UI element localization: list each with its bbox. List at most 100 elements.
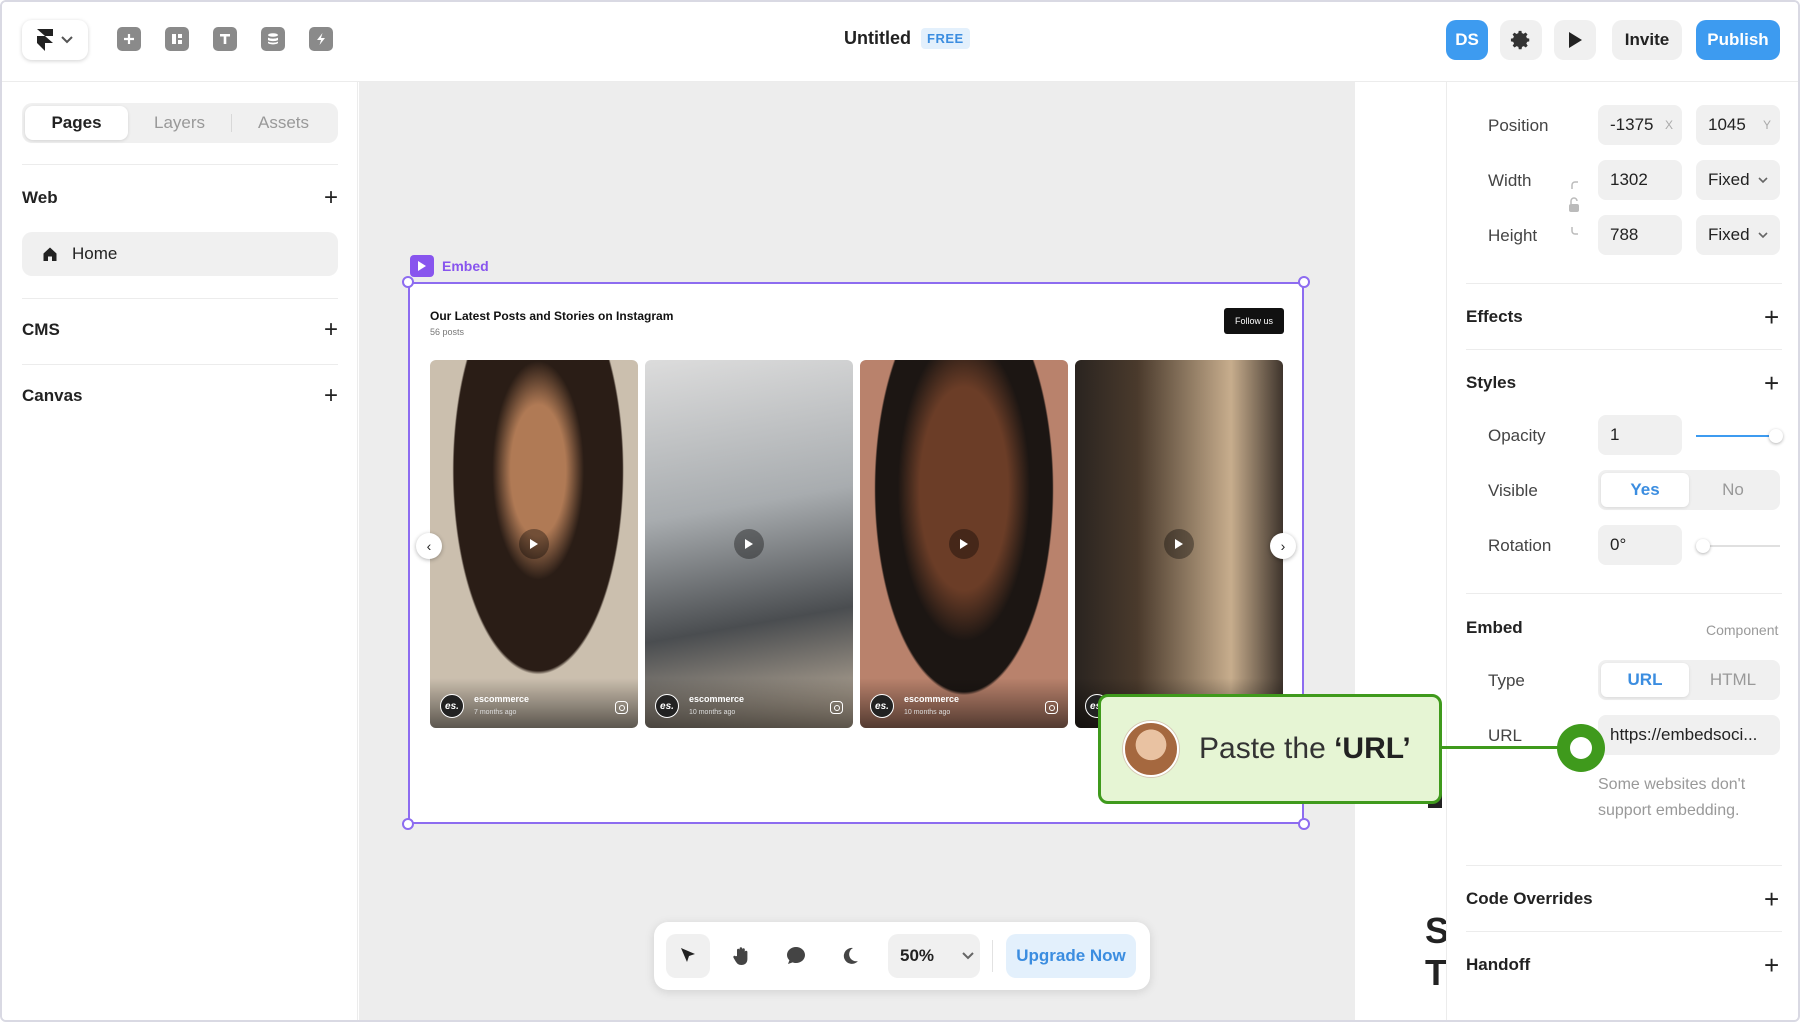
post-card[interactable]: es. escommerce 10 months ago	[645, 360, 853, 728]
offscreen-frame	[1356, 82, 1446, 1020]
hand-tool-button[interactable]	[720, 934, 764, 978]
preview-button[interactable]	[1554, 20, 1596, 60]
card-timestamp: 10 months ago	[904, 709, 951, 716]
settings-button[interactable]	[1500, 20, 1542, 60]
opacity-input[interactable]: 1	[1598, 415, 1682, 455]
layout-icon[interactable]	[165, 27, 189, 51]
visible-label: Visible	[1488, 481, 1538, 500]
chevron-down-icon	[1758, 232, 1768, 239]
height-mode-value: Fixed	[1708, 225, 1750, 244]
height-input[interactable]: 788	[1598, 215, 1682, 255]
zoom-select[interactable]: 50%	[888, 934, 980, 978]
opacity-slider-knob[interactable]	[1769, 429, 1783, 443]
tab-pages[interactable]: Pages	[25, 106, 128, 140]
embed-heading: Embed	[1466, 618, 1523, 637]
rotation-slider-knob[interactable]	[1696, 539, 1710, 553]
position-y-input[interactable]: 1045 Y	[1696, 105, 1780, 145]
document-title[interactable]: Untitled FREE	[844, 28, 970, 49]
post-card[interactable]: es. escommerce	[1075, 360, 1283, 728]
toolbar-divider	[992, 940, 993, 972]
url-input[interactable]: https://embedsoci...	[1598, 715, 1780, 755]
upgrade-button[interactable]: Upgrade Now	[1006, 934, 1136, 978]
section-web-label: Web	[22, 188, 58, 207]
y-axis-label: Y	[1762, 118, 1771, 132]
follow-button[interactable]: Follow us	[1224, 308, 1284, 334]
divider	[1466, 349, 1782, 350]
comment-tool-button[interactable]	[774, 934, 818, 978]
resize-handle[interactable]	[1298, 276, 1310, 288]
add-page-icon[interactable]: +	[324, 186, 338, 210]
rotation-slider[interactable]	[1696, 539, 1780, 553]
callout-emphasis: ‘URL’	[1334, 732, 1411, 765]
post-card[interactable]: es. escommerce 7 months ago	[430, 360, 638, 728]
design-system-button[interactable]: DS	[1446, 20, 1488, 60]
page-item-label: Home	[72, 244, 118, 263]
text-icon[interactable]	[213, 27, 237, 51]
app-menu-button[interactable]	[22, 20, 88, 60]
component-label: Component	[1706, 622, 1779, 638]
add-style-icon[interactable]: +	[1764, 370, 1779, 396]
visible-no-option[interactable]: No	[1689, 473, 1777, 507]
visible-yes-option[interactable]: Yes	[1601, 473, 1689, 507]
card-username: escommerce	[474, 694, 530, 704]
code-overrides-heading: Code Overrides	[1466, 889, 1593, 908]
play-icon	[519, 529, 549, 559]
add-handoff-icon[interactable]: +	[1764, 952, 1779, 978]
add-effect-icon[interactable]: +	[1764, 304, 1779, 330]
gear-icon	[1510, 30, 1530, 50]
width-mode-select[interactable]: Fixed	[1696, 160, 1780, 200]
tab-layers[interactable]: Layers	[128, 106, 231, 140]
embed-label: Embed	[442, 258, 489, 274]
guide-avatar	[1123, 721, 1179, 777]
instagram-icon	[615, 701, 628, 714]
embed-type-toggle: URL HTML	[1598, 660, 1780, 700]
height-label: Height	[1488, 226, 1538, 245]
width-input[interactable]: 1302	[1598, 160, 1682, 200]
width-label: Width	[1488, 171, 1532, 190]
post-card[interactable]: es. escommerce 10 months ago	[860, 360, 1068, 728]
effects-heading: Effects	[1466, 307, 1523, 326]
zoom-value: 50%	[900, 946, 935, 965]
callout-text: Paste the ‘URL’	[1199, 732, 1411, 766]
resize-handle[interactable]	[402, 818, 414, 830]
height-mode-select[interactable]: Fixed	[1696, 215, 1780, 255]
opacity-slider-fill	[1696, 435, 1776, 437]
avatar: es.	[870, 694, 894, 718]
select-tool-button[interactable]	[666, 934, 710, 978]
type-url-option[interactable]: URL	[1601, 663, 1689, 697]
embed-frame-label[interactable]: Embed	[410, 255, 489, 277]
opacity-slider[interactable]	[1696, 429, 1783, 443]
position-x-input[interactable]: -1375 X	[1598, 105, 1682, 145]
play-icon	[949, 529, 979, 559]
styles-heading: Styles	[1466, 373, 1517, 392]
position-x-value: -1375	[1610, 115, 1654, 134]
type-html-option[interactable]: HTML	[1689, 663, 1777, 697]
section-cms-label: CMS	[22, 320, 60, 339]
add-canvas-icon[interactable]: +	[324, 384, 338, 408]
publish-button[interactable]: Publish	[1696, 20, 1780, 60]
invite-button[interactable]: Invite	[1612, 20, 1682, 60]
carousel-next-icon[interactable]: ›	[1270, 533, 1296, 559]
add-override-icon[interactable]: +	[1764, 886, 1779, 912]
resize-handle[interactable]	[402, 276, 414, 288]
tab-assets[interactable]: Assets	[232, 106, 335, 140]
aspect-lock-icon[interactable]	[1568, 180, 1582, 236]
play-icon	[1164, 529, 1194, 559]
url-label: URL	[1488, 726, 1523, 745]
left-panel: Pages Layers Assets Web + Home CMS + Can…	[2, 82, 358, 1020]
insert-icon[interactable]	[117, 27, 141, 51]
divider	[1466, 865, 1782, 866]
rotation-label: Rotation	[1488, 536, 1552, 555]
chevron-down-icon	[962, 952, 974, 960]
resize-handle[interactable]	[1298, 818, 1310, 830]
theme-toggle-button[interactable]	[828, 934, 872, 978]
add-cms-icon[interactable]: +	[324, 318, 338, 342]
cms-icon[interactable]	[261, 27, 285, 51]
plugins-icon[interactable]	[309, 27, 333, 51]
rotation-input[interactable]: 0°	[1598, 525, 1682, 565]
card-timestamp: 7 months ago	[474, 709, 517, 716]
page-item-home[interactable]: Home	[22, 232, 338, 276]
embed-icon	[410, 255, 434, 277]
carousel-prev-icon[interactable]: ‹	[416, 533, 442, 559]
left-panel-tabs: Pages Layers Assets	[22, 103, 338, 143]
